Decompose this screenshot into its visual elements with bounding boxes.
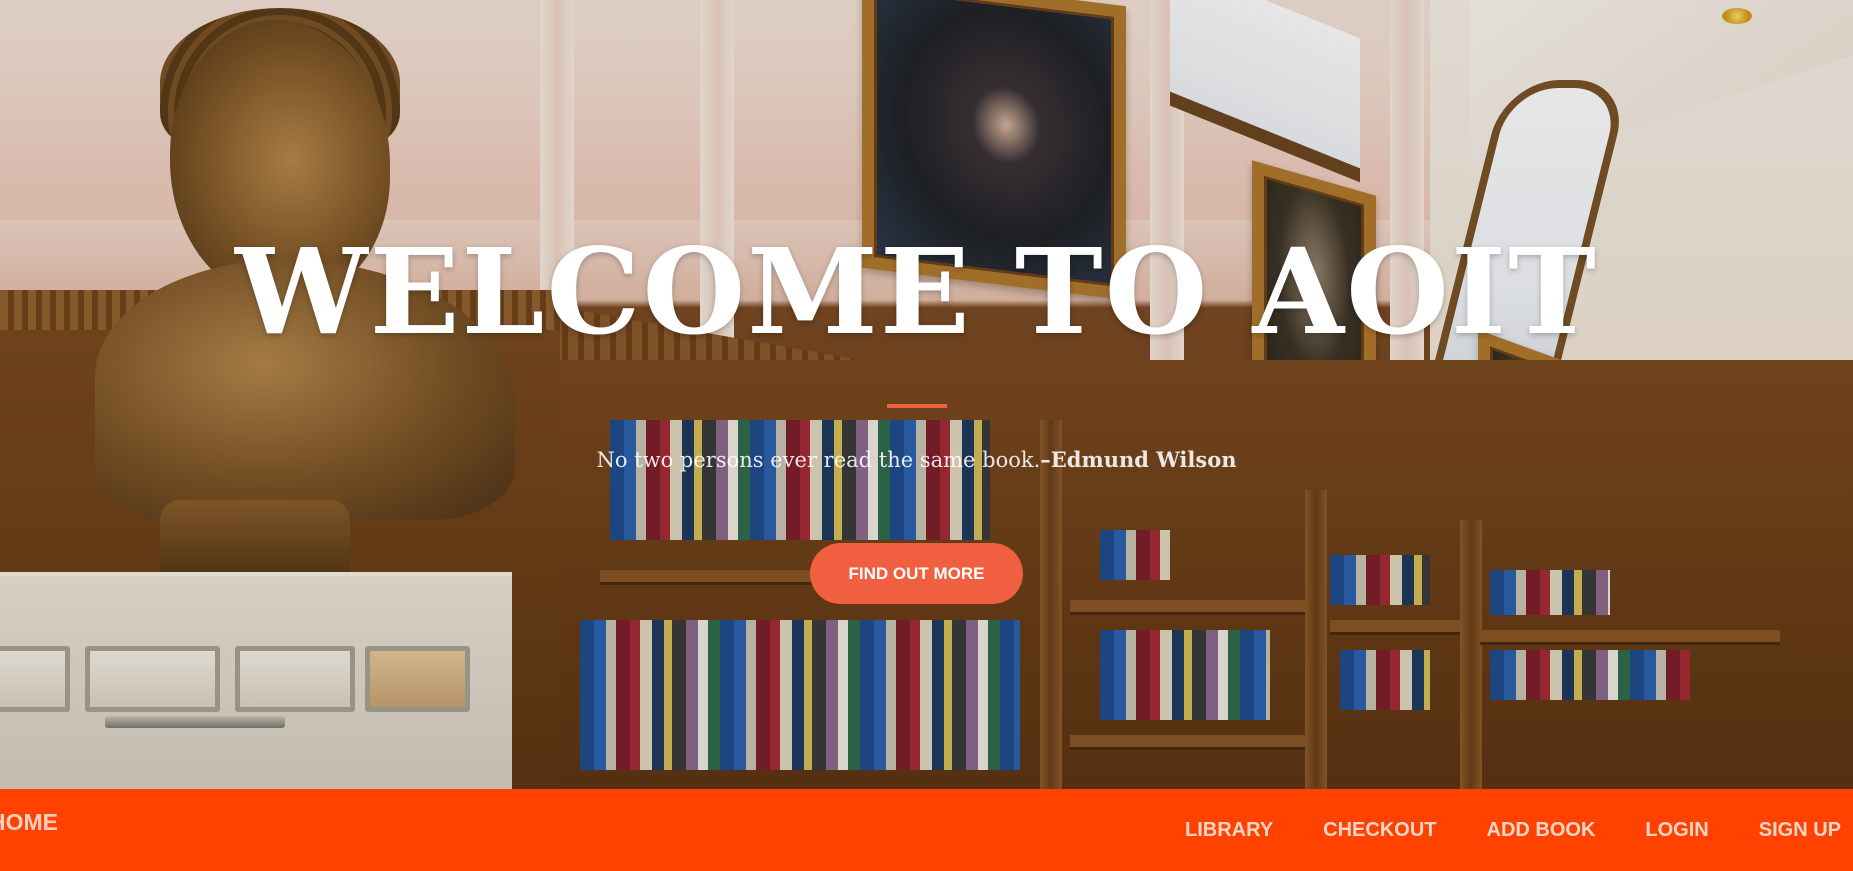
hero-divider [887, 404, 947, 408]
nav-link-library[interactable]: LIBRARY [1185, 789, 1273, 871]
nav-link-login[interactable]: LOGIN [1645, 789, 1708, 871]
nav-link-checkout[interactable]: CHECKOUT [1323, 789, 1436, 871]
quote-author: –Edmund Wilson [1040, 447, 1237, 472]
quote-text: No two persons ever read the same book. [596, 448, 1041, 472]
find-out-more-button[interactable]: FIND OUT MORE [810, 543, 1023, 604]
hero-quote: No two persons ever read the same book.–… [0, 447, 1833, 472]
nav-brand-home[interactable]: HOME [0, 789, 58, 871]
hero-overlay [0, 0, 1853, 789]
hero-section: WELCOME TO AOIT No two persons ever read… [0, 0, 1853, 789]
bottom-navbar: HOME LIBRARY CHECKOUT ADD BOOK LOGIN SIG… [0, 789, 1853, 871]
nav-link-add-book[interactable]: ADD BOOK [1487, 789, 1596, 871]
nav-links: LIBRARY CHECKOUT ADD BOOK LOGIN SIGN UP [1135, 789, 1841, 871]
nav-link-sign-up[interactable]: SIGN UP [1759, 789, 1841, 871]
hero-title: WELCOME TO AOIT [235, 222, 1598, 361]
